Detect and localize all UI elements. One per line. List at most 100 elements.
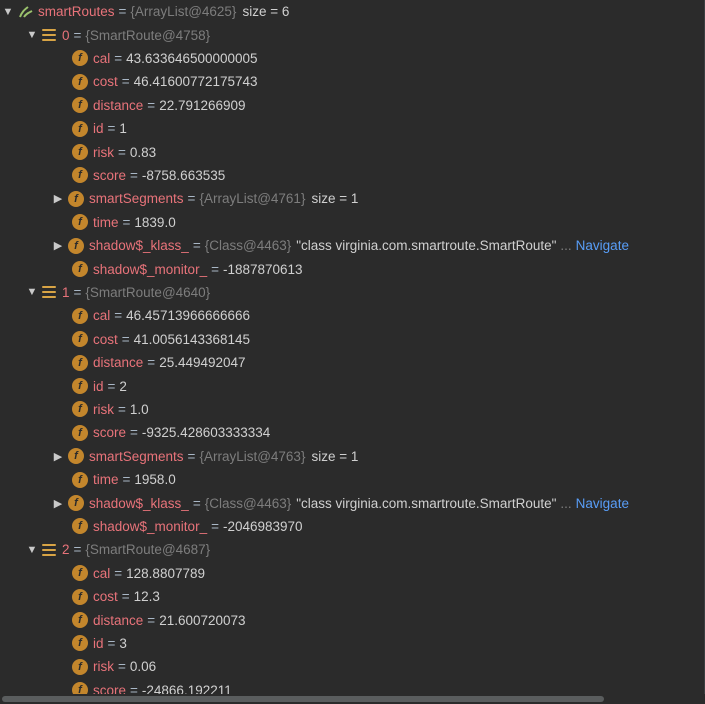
field-row[interactable]: f shadow$_monitor_ = -1887870613 [0,257,705,280]
field-icon: f [72,378,88,395]
field-row[interactable]: f cost = 41.0056143368145 [0,328,705,351]
field-row[interactable]: f shadow$_monitor_ = -2046983970 [0,515,705,538]
tree-row-route-0[interactable]: ▼ 0 = {SmartRoute@4758} [0,23,705,46]
expand-arrow-icon[interactable]: ▼ [2,6,14,18]
field-icon: f [72,612,88,629]
field-row[interactable]: f score = -9325.428603333334 [0,421,705,444]
element-index: 0 [62,27,70,43]
object-reference: {SmartRoute@4640} [85,284,211,300]
field-row[interactable]: f risk = 0.06 [0,655,705,678]
field-row[interactable]: f cal = 43.633646500000005 [0,47,705,70]
field-icon: f [72,214,88,231]
array-element-icon [42,286,56,299]
field-value: 46.45713966666666 [126,308,251,324]
field-icon: f [72,471,88,488]
tree-row-route-2[interactable]: ▼ 2 = {SmartRoute@4687} [0,538,705,561]
collapse-arrow-icon[interactable]: ▶ [52,240,64,252]
field-row[interactable]: f distance = 21.600720073 [0,608,705,631]
equals-sign: = [118,401,126,417]
field-name: distance [93,355,144,371]
field-icon: f [72,261,88,278]
ellipsis: ... [560,238,572,254]
field-name: cal [93,308,111,324]
field-value: "class virginia.com.smartroute.SmartRout… [296,238,557,254]
equals-sign: = [118,659,126,675]
field-value: 0.06 [129,659,157,675]
field-row[interactable]: f cal = 46.45713966666666 [0,304,705,327]
field-value: 21.600720073 [159,612,246,628]
expand-arrow-icon[interactable]: ▼ [26,29,38,41]
field-value: 1958.0 [134,472,176,488]
equals-sign: = [130,167,138,183]
field-name: cal [93,50,111,66]
equals-sign: = [107,378,116,394]
navigate-link[interactable]: Navigate [576,238,629,253]
field-name: distance [93,97,144,113]
field-icon: f [72,424,88,441]
collection-size: size = 1 [311,191,359,207]
field-row-smartsegments[interactable]: ▶ f smartSegments = {ArrayList@4763} size = 1 [0,445,705,468]
field-value: -8758.663535 [141,167,226,183]
field-row[interactable]: f id = 2 [0,374,705,397]
field-row[interactable]: f risk = 0.83 [0,140,705,163]
field-row[interactable]: f cost = 46.41600772175743 [0,70,705,93]
field-row[interactable]: f cost = 12.3 [0,585,705,608]
field-value: 128.8807789 [126,565,205,581]
field-icon: f [72,401,88,418]
tree-row-route-1[interactable]: ▼ 1 = {SmartRoute@4640} [0,281,705,304]
array-element-icon [42,543,56,556]
object-reference: {Class@4463} [204,238,292,254]
field-row[interactable]: f id = 1 [0,117,705,140]
equals-sign: = [107,121,116,137]
field-icon: f [68,190,84,207]
field-row[interactable]: f id = 3 [0,632,705,655]
watch-variable-icon [19,5,33,18]
field-row[interactable]: f risk = 1.0 [0,398,705,421]
tree-row-root[interactable]: ▼ smartRoutes = {ArrayList@4625} size = … [0,0,705,23]
equals-sign: = [114,308,123,324]
object-reference: {ArrayList@4763} [199,448,306,464]
scrollbar-thumb[interactable] [2,696,604,702]
field-icon: f [68,237,84,254]
field-icon: f [72,354,88,371]
horizontal-scrollbar[interactable] [0,694,705,704]
field-name: shadow$_monitor_ [93,261,208,277]
field-value: -2046983970 [222,518,303,534]
field-icon: f [68,448,84,465]
field-name: id [93,378,104,394]
field-row[interactable]: f distance = 25.449492047 [0,351,705,374]
navigate-link[interactable]: Navigate [576,496,629,511]
field-name: distance [93,612,144,628]
equals-sign: = [121,331,130,347]
variable-name: smartRoutes [38,4,115,20]
field-row-smartsegments[interactable]: ▶ f smartSegments = {ArrayList@4761} size = 1 [0,187,705,210]
collapse-arrow-icon[interactable]: ▶ [52,450,64,463]
expand-arrow-icon[interactable]: ▼ [26,286,38,298]
collection-size: size = 6 [242,4,290,20]
field-name: risk [93,659,114,675]
field-row[interactable]: f time = 1839.0 [0,211,705,234]
field-row[interactable]: f score = -8758.663535 [0,164,705,187]
expand-arrow-icon[interactable]: ▼ [26,544,38,556]
field-name: risk [93,401,114,417]
field-row[interactable]: f distance = 22.791266909 [0,94,705,117]
collapse-arrow-icon[interactable]: ▶ [52,193,64,205]
field-row-klass[interactable]: ▶ f shadow$_klass_ = {Class@4463} "class virg… [0,234,705,257]
collection-size: size = 1 [311,448,359,464]
field-value: -9325.428603333334 [141,425,271,441]
field-row[interactable]: f time = 1958.0 [0,468,705,491]
object-reference: {SmartRoute@4687} [85,542,211,558]
field-icon: f [72,97,88,114]
field-value: 1 [119,121,127,137]
field-value: 1.0 [129,401,149,417]
field-row-klass[interactable]: ▶ f shadow$_klass_ = {Class@4463} "class virg… [0,491,705,514]
field-row[interactable]: f cal = 128.8807789 [0,562,705,585]
field-icon: f [72,307,88,324]
field-value: 3 [119,635,127,651]
field-value: -1887870613 [222,261,303,277]
equals-sign: = [147,355,156,371]
field-name: risk [93,144,114,160]
field-name: smartSegments [89,191,184,207]
field-icon: f [72,565,88,582]
collapse-arrow-icon[interactable]: ▶ [52,497,64,510]
